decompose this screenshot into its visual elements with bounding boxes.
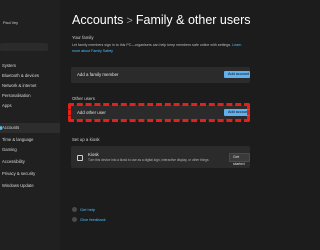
- sidebar-item-system[interactable]: System: [0, 61, 60, 71]
- feedback-icon: [72, 217, 77, 223]
- other-users-heading: Other users: [72, 96, 95, 101]
- sidebar-item-gaming[interactable]: Gaming: [0, 145, 60, 155]
- give-feedback-label: Give feedback: [80, 217, 106, 222]
- kiosk-icon: [77, 155, 83, 161]
- breadcrumb-separator: >: [126, 15, 133, 27]
- get-help-link[interactable]: Get help: [72, 207, 96, 213]
- get-help-label: Get help: [80, 207, 96, 212]
- kiosk-title: Kiosk: [88, 152, 99, 157]
- breadcrumb-current: Family & other users: [135, 13, 251, 27]
- sidebar-item-accessibility[interactable]: Accessibility: [0, 157, 60, 167]
- family-description-text: Let family members sign in to this PC—or…: [72, 43, 232, 47]
- kiosk-heading: Set up a kiosk: [72, 137, 100, 142]
- family-description: Let family members sign in to this PC—or…: [72, 43, 248, 54]
- sidebar-item-privacy[interactable]: Privacy & security: [0, 169, 60, 179]
- kiosk-card: Kiosk Turn this device into a kiosk to u…: [71, 146, 250, 168]
- add-family-button[interactable]: Add account: [224, 71, 250, 78]
- add-family-label: Add a family member: [77, 72, 119, 77]
- sidebar: Paul Vey System Bluetooth & devices Netw…: [0, 0, 60, 250]
- highlight-box: [68, 103, 250, 122]
- sidebar-item-apps[interactable]: Apps: [0, 101, 60, 111]
- your-family-heading: Your family: [72, 35, 94, 40]
- search-input[interactable]: [0, 43, 48, 51]
- user-name: Paul Vey: [3, 21, 18, 25]
- kiosk-get-started-button[interactable]: Get started: [229, 153, 250, 166]
- sidebar-item-accounts[interactable]: Accounts: [0, 123, 60, 133]
- sidebar-item-personalisation[interactable]: Personalisation: [0, 91, 60, 101]
- sidebar-item-bluetooth[interactable]: Bluetooth & devices: [0, 71, 60, 81]
- kiosk-description: Turn this device into a kiosk to use as …: [88, 158, 209, 162]
- breadcrumb-parent[interactable]: Accounts: [72, 13, 123, 27]
- page-title: Accounts > Family & other users: [72, 13, 250, 27]
- give-feedback-link[interactable]: Give feedback: [72, 217, 106, 223]
- help-icon: [72, 207, 77, 213]
- sidebar-item-network[interactable]: Network & internet: [0, 81, 60, 91]
- add-family-card: Add a family member Add account: [71, 67, 250, 83]
- sidebar-item-time-language[interactable]: Time & language: [0, 135, 60, 145]
- sidebar-item-windows-update[interactable]: Windows Update: [0, 181, 60, 191]
